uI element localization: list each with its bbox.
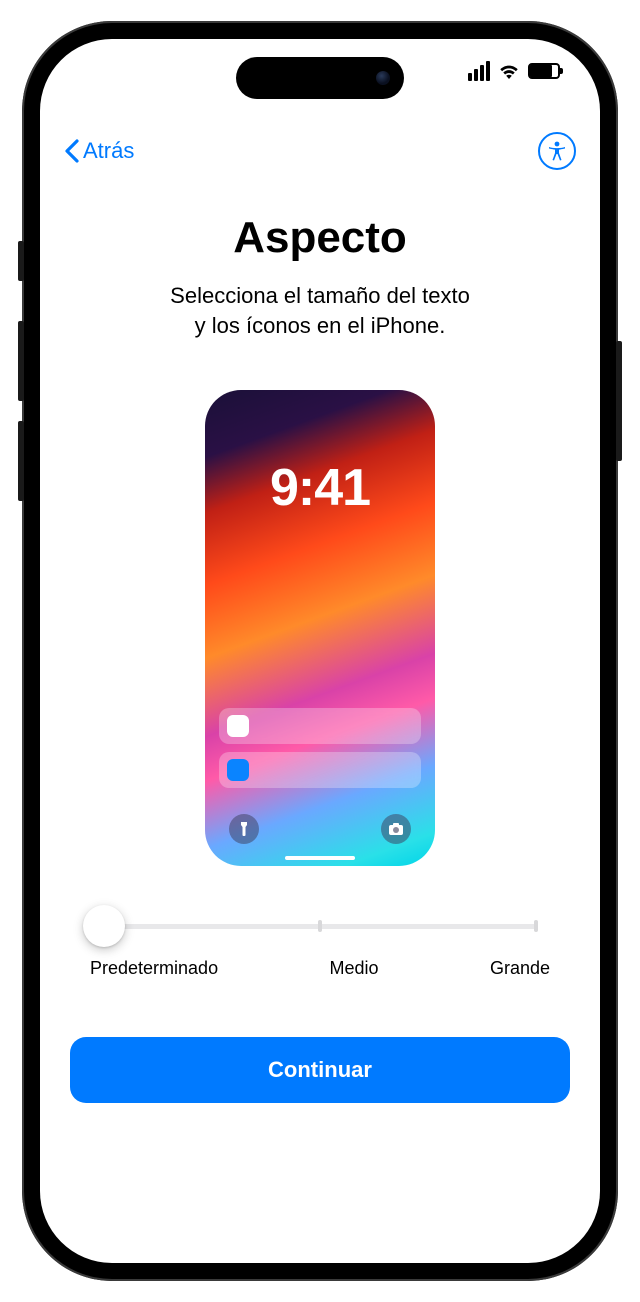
slider-label-medium: Medio — [330, 958, 379, 979]
preview-bottom-actions — [205, 814, 435, 844]
preview-notifications — [219, 708, 421, 796]
home-indicator — [285, 856, 355, 860]
accessibility-button[interactable] — [538, 132, 576, 170]
battery-icon — [528, 63, 560, 79]
wifi-icon — [498, 63, 520, 79]
notification-row — [219, 752, 421, 788]
slider-tick — [318, 920, 322, 932]
page-title: Aspecto — [80, 213, 560, 263]
slider-thumb[interactable] — [83, 905, 125, 947]
page-subtitle: Selecciona el tamaño del texto y los íco… — [80, 281, 560, 340]
volume-up-button — [18, 321, 24, 401]
power-button — [616, 341, 622, 461]
size-slider[interactable] — [90, 906, 550, 946]
flashlight-icon — [229, 814, 259, 844]
device-frame: Atrás Aspecto Selecciona el tamaño del t… — [22, 21, 618, 1281]
preview-time: 9:41 — [205, 458, 435, 518]
slider-label-large: Grande — [490, 958, 550, 979]
volume-down-button — [18, 421, 24, 501]
slider-tick — [534, 920, 538, 932]
continue-button[interactable]: Continuar — [70, 1037, 570, 1103]
accessibility-icon — [545, 139, 569, 163]
slider-labels: Predeterminado Medio Grande — [90, 958, 550, 979]
screen: Atrás Aspecto Selecciona el tamaño del t… — [40, 39, 600, 1263]
back-label: Atrás — [83, 138, 134, 164]
back-button[interactable]: Atrás — [64, 138, 134, 164]
navigation-bar: Atrás — [40, 129, 600, 173]
front-camera — [376, 71, 390, 85]
status-bar — [468, 61, 560, 81]
appearance-preview: 9:41 — [205, 390, 435, 866]
side-button — [18, 241, 24, 281]
chevron-left-icon — [64, 139, 79, 163]
cellular-signal-icon — [468, 61, 490, 81]
size-slider-section: Predeterminado Medio Grande — [90, 906, 550, 979]
content-area: Aspecto Selecciona el tamaño del texto y… — [40, 173, 600, 866]
camera-icon — [381, 814, 411, 844]
notification-row — [219, 708, 421, 744]
slider-label-default: Predeterminado — [90, 958, 218, 979]
dynamic-island — [236, 57, 404, 99]
